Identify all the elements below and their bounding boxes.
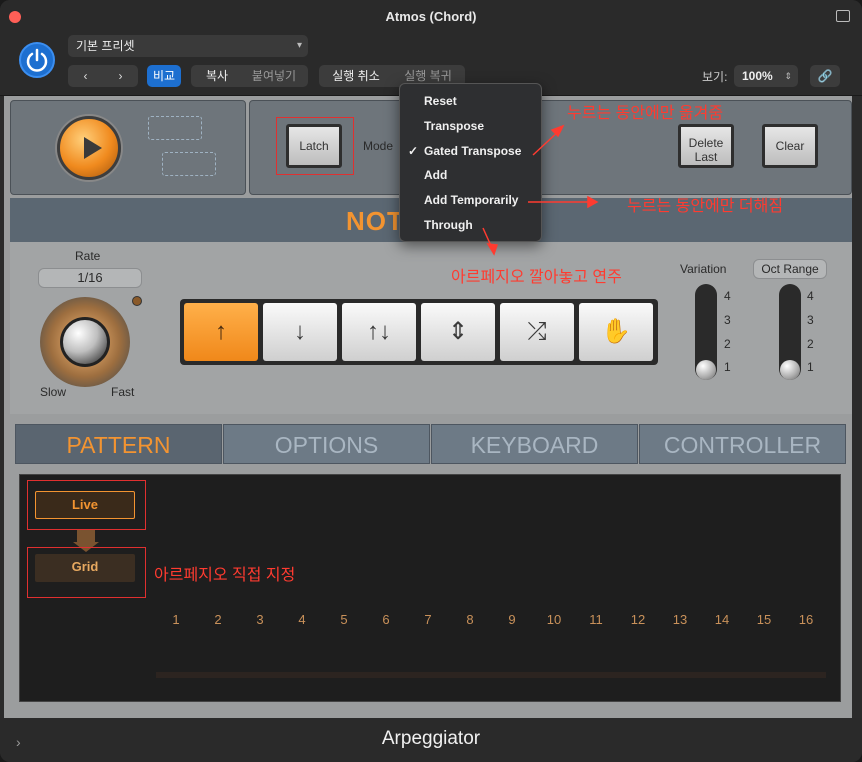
annotation-gated: 누르는 동안에만 옮겨줌 [567, 105, 724, 122]
annotation-arrows [482, 124, 599, 256]
annotation-through: 아르페지오 깔아놓고 연주 [451, 269, 622, 286]
annotation-add-temp: 누르는 동안에만 더해짐 [627, 198, 784, 215]
plugin-window: Atmos (Chord) 기본 프리셋 ▾ ‹ › 비교 복사 붙여넣기 실행… [0, 0, 862, 762]
annotation-grid: 아르페지오 직접 지정 [154, 567, 296, 584]
